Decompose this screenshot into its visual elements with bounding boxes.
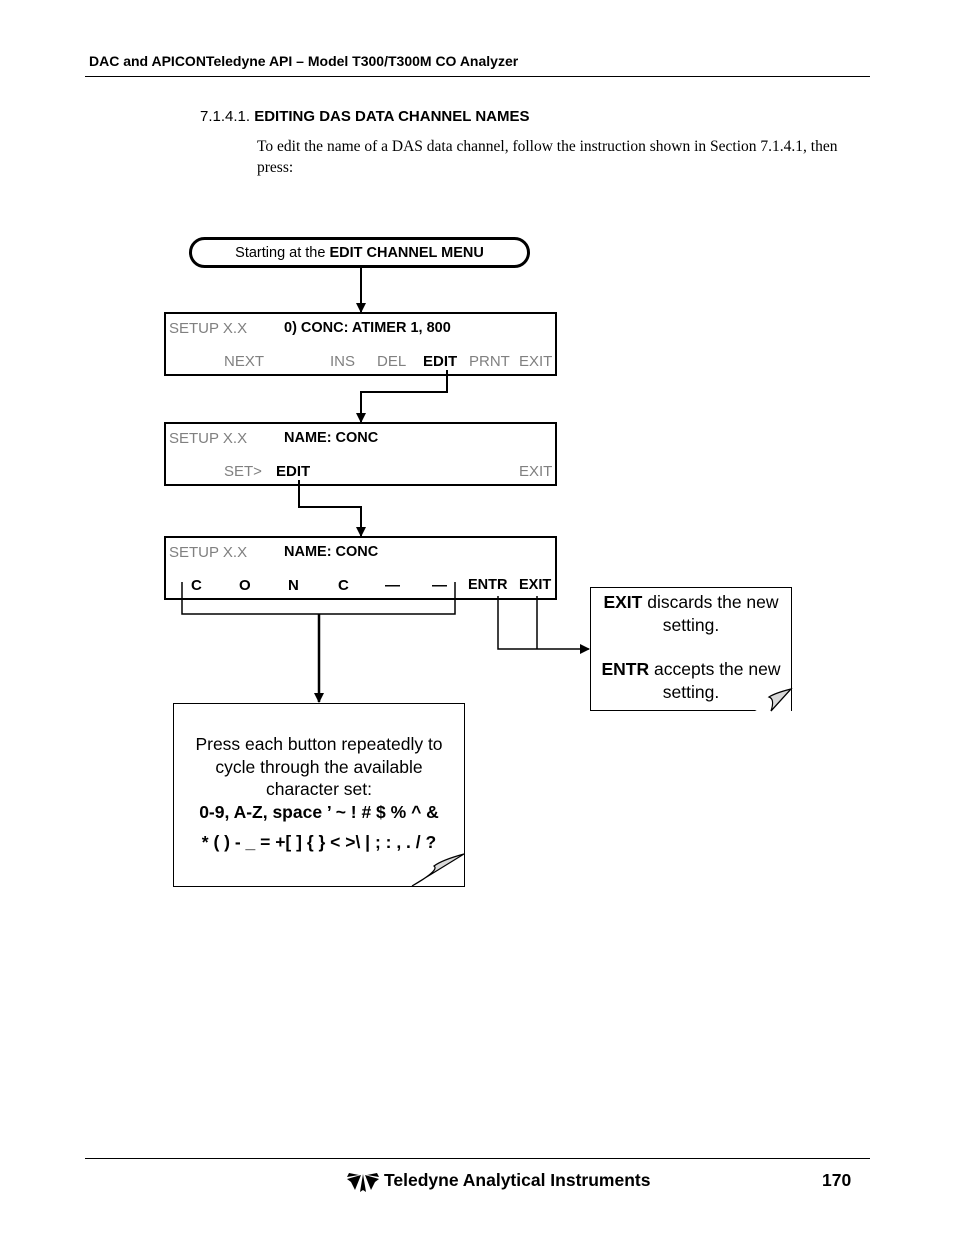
screen2-mode: SETUP X.X <box>169 430 248 447</box>
start-menu-name: EDIT CHANNEL MENU <box>329 244 484 261</box>
display-screen-2: SETUP X.X NAME: CONC SET> EDIT EXIT <box>164 422 557 486</box>
button-exit[interactable]: EXIT <box>519 577 551 593</box>
note-exit-key: EXIT <box>603 592 643 612</box>
screen2-message: NAME: CONC <box>284 430 379 446</box>
page-curl-icon <box>755 687 793 712</box>
note-entr-exit: EXIT discards the new setting. ENTR acce… <box>590 587 793 712</box>
button-exit[interactable]: EXIT <box>519 463 552 480</box>
teledyne-logo-icon <box>347 1173 379 1192</box>
button-entr[interactable]: ENTR <box>468 577 507 593</box>
button-ins[interactable]: INS <box>330 353 355 370</box>
arrow-edit-to-screen2 <box>356 370 448 423</box>
char-button-6[interactable]: — <box>432 577 447 594</box>
note-exit-text: discards the new setting. <box>647 592 779 635</box>
display-screen-1: SETUP X.X 0) CONC: ATIMER 1, 800 NEXT IN… <box>164 312 557 376</box>
note-entr-key: ENTR <box>601 659 650 679</box>
arrow-entr-exit-to-note <box>497 596 590 654</box>
start-prefix: Starting at the <box>235 244 326 261</box>
footer-divider <box>85 1158 870 1159</box>
screen1-message: 0) CONC: ATIMER 1, 800 <box>284 320 451 336</box>
char-button-4[interactable]: C <box>338 577 349 594</box>
screen3-mode: SETUP X.X <box>169 544 248 561</box>
button-set[interactable]: SET> <box>224 463 262 480</box>
note-character-set: Press each button repeatedly to cycle th… <box>173 703 465 887</box>
flow-connectors <box>181 268 590 703</box>
screen3-message: NAME: CONC <box>284 544 379 560</box>
display-screen-3: SETUP X.X NAME: CONC C O N C — — ENTR EX… <box>164 536 557 600</box>
page-number: 170 <box>822 1170 852 1190</box>
char-button-5[interactable]: — <box>385 577 400 594</box>
button-edit[interactable]: EDIT <box>423 353 457 370</box>
char-button-2[interactable]: O <box>239 577 251 594</box>
button-prnt[interactable]: PRNT <box>469 353 510 370</box>
button-exit[interactable]: EXIT <box>519 353 552 370</box>
button-next[interactable]: NEXT <box>224 353 264 370</box>
button-edit[interactable]: EDIT <box>276 463 310 480</box>
button-del[interactable]: DEL <box>377 353 406 370</box>
charset-line-1: 0-9, A-Z, space ’ ~ ! # $ % ^ & <box>199 801 439 822</box>
screen1-mode: SETUP X.X <box>169 320 248 337</box>
charset-line-2: * ( ) - _ = +[ ] { } < >\ | ; : , . / ? <box>201 832 437 852</box>
char-button-1[interactable]: C <box>191 577 202 594</box>
char-button-3[interactable]: N <box>288 577 299 594</box>
note-exit-line: EXIT discards the new setting. <box>591 591 791 636</box>
note-charset-text: Press each button repeatedly to cycle th… <box>195 734 443 799</box>
start-point-pill: Starting at the EDIT CHANNEL MENU <box>189 237 530 268</box>
page-curl-icon <box>411 853 465 887</box>
footer-brand: Teledyne Analytical Instruments <box>384 1170 651 1190</box>
arrow-edit-to-screen3 <box>298 480 366 537</box>
